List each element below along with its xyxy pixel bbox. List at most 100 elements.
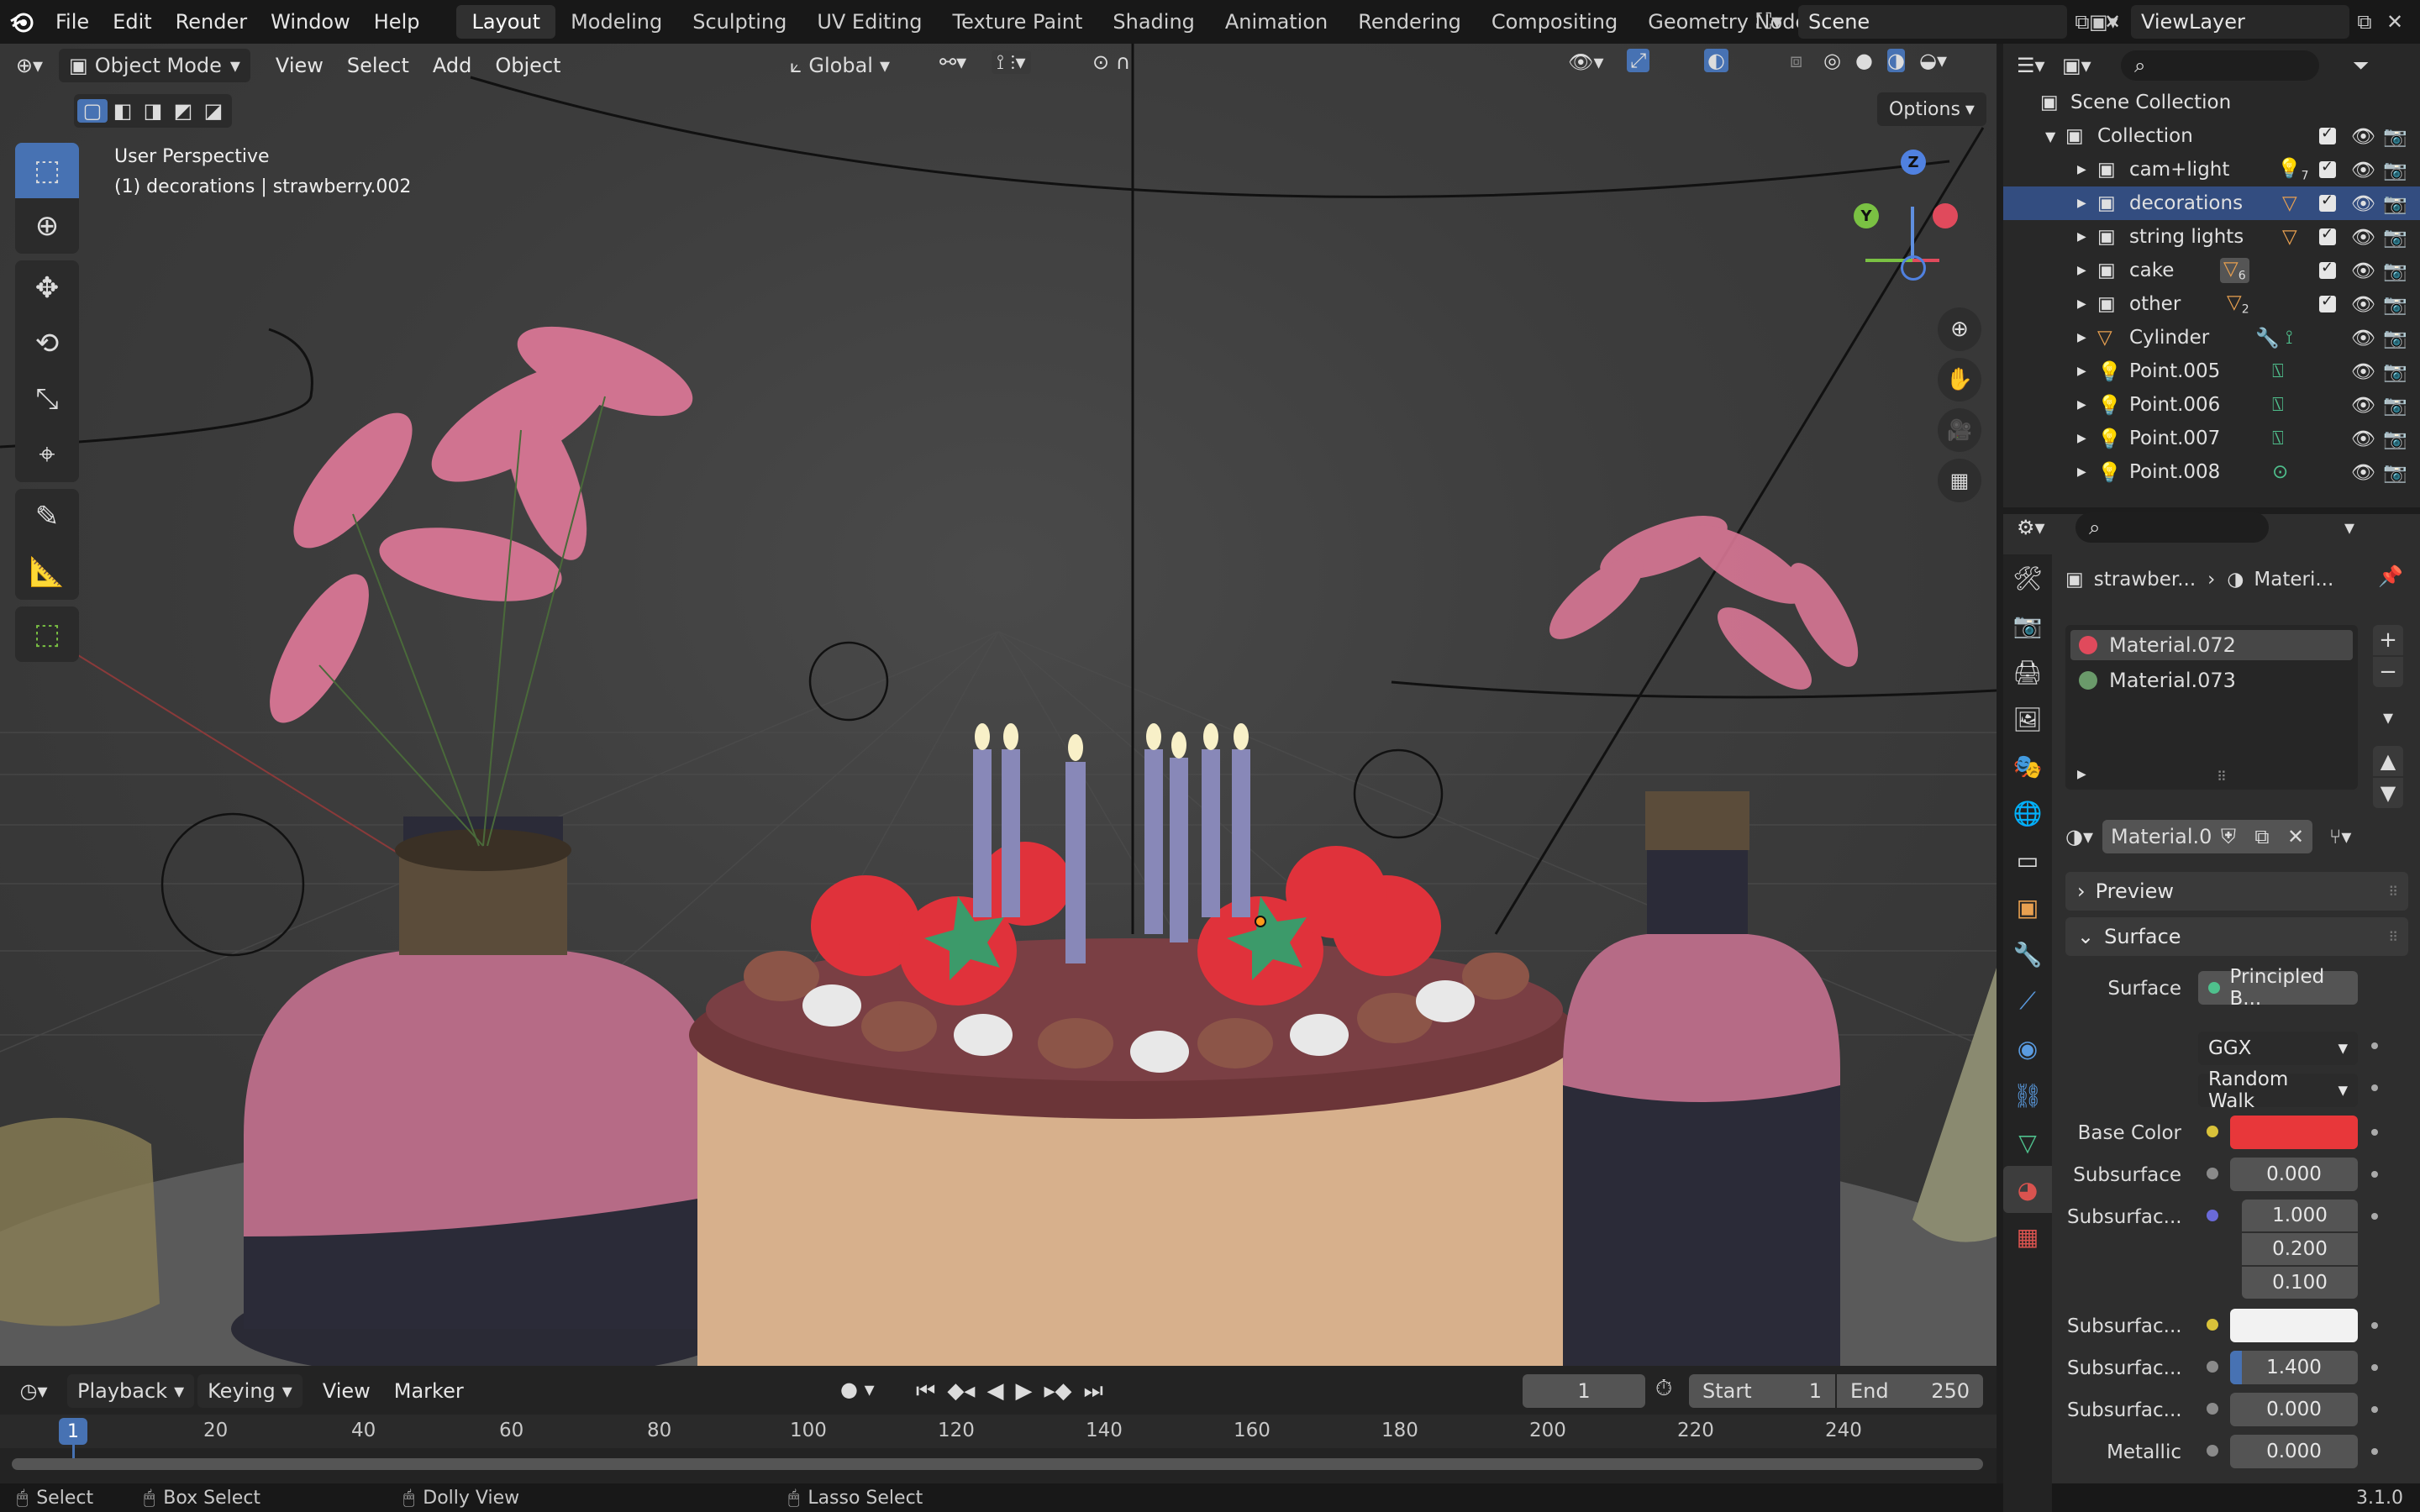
particles-tab-icon[interactable]: ⟋ <box>2003 978 2052 1025</box>
keyframe-dot-icon[interactable] <box>2371 1129 2378 1136</box>
eye-icon[interactable]: 👁 <box>2351 159 2375 181</box>
float-socket-icon[interactable] <box>2207 1445 2218 1457</box>
outliner-item-cake[interactable]: ▶ ▣ cake ▽6 👁 📷 <box>2003 254 2420 287</box>
camera-icon[interactable]: 📷 <box>2383 125 2407 148</box>
material-shading-icon[interactable]: ◑ <box>1887 49 1905 72</box>
jump-end-icon[interactable]: ⏭ <box>1084 1378 1103 1404</box>
camera-icon[interactable]: 📷 <box>2383 327 2407 349</box>
xray-icon[interactable]: ⧈ <box>1790 49 1802 72</box>
menu-add[interactable]: Add <box>421 54 483 77</box>
start-frame-field[interactable]: Start 1 <box>1689 1374 1835 1408</box>
tab-compositing[interactable]: Compositing <box>1476 5 1633 39</box>
camera-icon[interactable]: 📷 <box>2383 159 2407 181</box>
timeline-editor-type-icon[interactable]: ◷▾ <box>0 1379 67 1403</box>
gizmo-y-axis[interactable]: Y <box>1854 203 1879 228</box>
move-slot-down-icon[interactable]: ▼ <box>2373 778 2403 808</box>
viewlayer-selector[interactable]: ▣▾ ViewLayer ⧉ ✕ <box>2089 5 2410 39</box>
expand-right-icon[interactable]: ▶ <box>2077 365 2097 378</box>
scene-selector[interactable]: ⛶▾ Scene ⧉ ✕ <box>1756 5 2128 39</box>
exclude-checkbox[interactable] <box>2319 259 2336 279</box>
rendered-shading-icon[interactable]: ◒▾ <box>1919 49 1947 72</box>
eye-icon[interactable]: 👁 <box>2351 360 2375 383</box>
record-icon[interactable]: ● ▾ <box>840 1378 875 1401</box>
keyframe-dot-icon[interactable] <box>2371 1042 2378 1049</box>
transform-orientation[interactable]: ⟀ Global ▾ <box>790 49 890 82</box>
select-subtract-icon[interactable]: ◨ <box>138 99 168 123</box>
material-browse-icon[interactable]: ◑▾ <box>2065 825 2102 848</box>
pan-hand-icon[interactable]: ✋ <box>1938 358 1981 402</box>
material-slot-item[interactable]: Material.072 <box>2070 630 2353 660</box>
exclude-checkbox[interactable] <box>2319 124 2336 144</box>
metallic-field[interactable]: 0.000 <box>2230 1435 2358 1468</box>
outliner-search-input[interactable]: ⌕ <box>2121 50 2319 81</box>
object-tab-icon[interactable]: ▣ <box>2003 884 2052 931</box>
select-box-tool-icon[interactable]: ⬚ <box>15 143 79 198</box>
material-slot-list[interactable]: Material.072 Material.073 ▶ ⠿ <box>2065 625 2358 790</box>
modifier-tab-icon[interactable]: 🔧 <box>2003 931 2052 978</box>
tab-layout[interactable]: Layout <box>456 5 556 39</box>
overlay-toggle-icon[interactable]: ◐ <box>1704 49 1728 72</box>
wireframe-shading-icon[interactable]: ◎ <box>1823 49 1841 72</box>
eye-icon[interactable]: 👁 <box>2351 192 2375 215</box>
subsurface-ior-field[interactable]: 1.400 <box>2230 1351 2358 1384</box>
texture-tab-icon[interactable]: ▦ <box>2003 1213 2052 1260</box>
menu-object[interactable]: Object <box>483 54 572 77</box>
outliner-item-point-008[interactable]: ▶ 💡 Point.008 ⊙ 👁 📷 <box>2003 455 2420 489</box>
remove-slot-button[interactable]: − <box>2373 657 2403 687</box>
expand-right-icon[interactable]: ▶ <box>2077 465 2097 479</box>
mode-selector[interactable]: ▣ Object Mode ▾ <box>59 49 250 82</box>
surface-panel-header[interactable]: ⌄ Surface ⠿ <box>2065 917 2408 956</box>
expand-right-icon[interactable]: ▶ <box>2077 398 2097 412</box>
outliner-item-point-007[interactable]: ▶ 💡 Point.007 ⍂ 👁 📷 <box>2003 422 2420 455</box>
scale-tool-icon[interactable]: ⤡ <box>15 371 79 427</box>
play-icon[interactable]: ▶ <box>1015 1378 1032 1404</box>
exclude-checkbox[interactable] <box>2319 158 2336 178</box>
physics-tab-icon[interactable]: ◉ <box>2003 1025 2052 1072</box>
menu-window[interactable]: Window <box>259 10 362 34</box>
color-socket-icon[interactable] <box>2207 1319 2218 1331</box>
move-slot-up-icon[interactable]: ▲ <box>2373 746 2403 776</box>
menu-select[interactable]: Select <box>335 54 421 77</box>
subsurface-field[interactable]: 0.000 <box>2230 1158 2358 1191</box>
eye-icon[interactable]: 👁 <box>2351 394 2375 417</box>
perspective-grid-icon[interactable]: ▦ <box>1938 459 1981 502</box>
eye-icon[interactable]: 👁 <box>2351 327 2375 349</box>
proportional-edit-icon[interactable]: ⊙ ∩ <box>1092 50 1130 74</box>
camera-icon[interactable]: 📷 <box>2383 226 2407 249</box>
delete-viewlayer-icon[interactable]: ✕ <box>2380 10 2410 34</box>
subsurface-radius-x-field[interactable]: 1.000 <box>2242 1200 2358 1231</box>
outliner-item-cam-light[interactable]: ▶ ▣ cam+light 💡7 👁 📷 <box>2003 153 2420 186</box>
float-socket-icon[interactable] <box>2207 1168 2218 1179</box>
collection-tab-icon[interactable]: ▭ <box>2003 837 2052 884</box>
subsurface-color-swatch[interactable] <box>2230 1309 2358 1342</box>
camera-icon[interactable]: 📷 <box>2383 260 2407 282</box>
timeline-menu-view[interactable]: View <box>311 1379 382 1403</box>
select-new-icon[interactable]: ▢ <box>77 99 108 123</box>
playback-menu[interactable]: Playback ▾ <box>67 1374 195 1408</box>
exclude-checkbox[interactable] <box>2319 192 2336 212</box>
select-invert-icon[interactable]: ◩ <box>168 99 198 123</box>
gizmo-toggle-icon[interactable]: ⤢ <box>1627 49 1650 72</box>
solid-shading-icon[interactable]: ● <box>1855 49 1873 72</box>
exclude-checkbox[interactable] <box>2319 225 2336 245</box>
camera-icon[interactable]: 📷 <box>2383 293 2407 316</box>
tab-sculpting[interactable]: Sculpting <box>677 5 802 39</box>
transform-tool-icon[interactable]: ⌖ <box>15 427 79 482</box>
tab-shading[interactable]: Shading <box>1097 5 1210 39</box>
timeline-scrollbar[interactable] <box>12 1458 1983 1470</box>
resize-handle-icon[interactable]: ⠿ <box>2217 769 2227 785</box>
expand-right-icon[interactable]: ▶ <box>2077 264 2097 277</box>
stopwatch-icon[interactable]: ⏱ <box>1655 1376 1672 1402</box>
select-intersect-icon[interactable]: ◪ <box>198 99 229 123</box>
blender-logo-icon[interactable] <box>0 0 44 44</box>
zoom-icon[interactable]: ⊕ <box>1938 307 1981 351</box>
eye-icon[interactable]: 👁 <box>2351 461 2375 484</box>
keying-menu[interactable]: Keying ▾ <box>197 1374 302 1408</box>
distribution-dropdown[interactable]: GGX ▾ <box>2198 1032 2358 1065</box>
color-socket-icon[interactable] <box>2207 1126 2218 1137</box>
keyframe-dot-icon[interactable] <box>2371 1364 2378 1371</box>
jump-start-icon[interactable]: ⏮ <box>916 1378 935 1404</box>
menu-render[interactable]: Render <box>164 10 259 34</box>
expand-right-icon[interactable]: ▶ <box>2077 432 2097 445</box>
keyframe-dot-icon[interactable] <box>2371 1213 2378 1220</box>
